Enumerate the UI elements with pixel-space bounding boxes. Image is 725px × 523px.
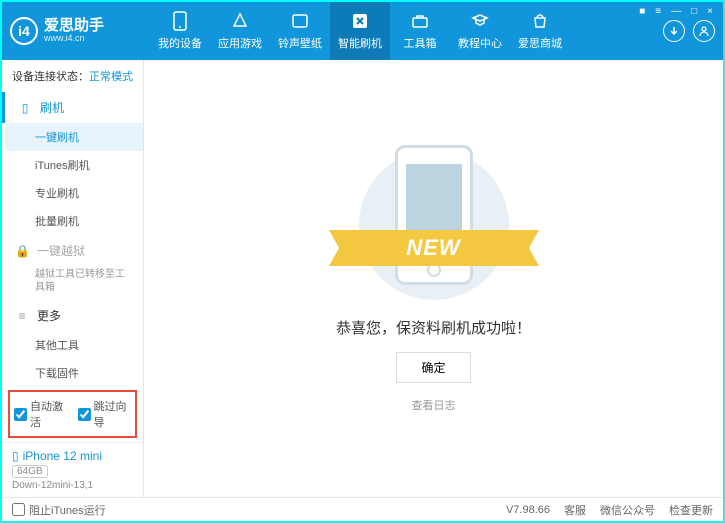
nav-flash[interactable]: 智能刷机	[330, 2, 390, 60]
new-ribbon: NEW	[339, 230, 529, 266]
lock-icon: 🔒	[15, 244, 29, 258]
store-icon	[530, 11, 550, 31]
device-info[interactable]: ▯ iPhone 12 mini 64GB Down-12mini-13,1	[2, 442, 143, 497]
sidebar-item-itunes[interactable]: iTunes刷机	[5, 151, 143, 179]
skip-guide-checkbox[interactable]: 跳过向导	[78, 398, 132, 430]
options-highlight: 自动激活 跳过向导	[8, 390, 137, 438]
auto-activate-checkbox[interactable]: 自动激活	[14, 398, 68, 430]
window-controls: ■ ≡ — □ ×	[637, 6, 715, 17]
app-window: ■ ≡ — □ × i4 爱思助手 www.i4.cn 我的设备 应用游戏 铃声	[0, 0, 725, 523]
device-name: ▯ iPhone 12 mini	[12, 449, 133, 463]
header-right	[663, 20, 715, 42]
nav-apps[interactable]: 应用游戏	[210, 2, 270, 60]
menu-jailbreak[interactable]: 🔒 一键越狱	[5, 235, 143, 266]
toolbox-icon	[410, 11, 430, 31]
device-icon	[170, 11, 190, 31]
sidebar-item-batch[interactable]: 批量刷机	[5, 207, 143, 235]
view-log-link[interactable]: 查看日志	[412, 397, 456, 413]
connection-status: 设备连接状态：正常模式	[2, 60, 143, 92]
sidebar: 设备连接状态：正常模式 ▯ 刷机 一键刷机 iTunes刷机 专业刷机 批量刷机…	[2, 60, 144, 497]
success-illustration: NEW	[359, 145, 509, 305]
menu-flash[interactable]: ▯ 刷机	[2, 92, 143, 123]
app-url: www.i4.cn	[44, 34, 104, 44]
nav-tutorial[interactable]: 教程中心	[450, 2, 510, 60]
skin-icon[interactable]: ■	[637, 6, 647, 17]
sidebar-item-other[interactable]: 其他工具	[5, 331, 143, 359]
wechat-link[interactable]: 微信公众号	[600, 502, 655, 518]
firmware-label: Down-12mini-13,1	[12, 480, 133, 491]
logo[interactable]: i4 爱思助手 www.i4.cn	[10, 17, 150, 45]
maximize-icon[interactable]: □	[689, 6, 699, 17]
sidebar-menu: ▯ 刷机 一键刷机 iTunes刷机 专业刷机 批量刷机 🔒 一键越狱 越狱工具…	[2, 92, 143, 386]
block-itunes-checkbox[interactable]: 阻止iTunes运行	[12, 502, 106, 518]
user-button[interactable]	[693, 20, 715, 42]
jailbreak-note: 越狱工具已转移至工具箱	[5, 266, 143, 300]
version-label: V7.98.66	[506, 504, 550, 516]
more-icon: ≡	[15, 309, 29, 323]
nav-devices[interactable]: 我的设备	[150, 2, 210, 60]
device-icon: ▯	[12, 449, 19, 463]
nav-toolbox[interactable]: 工具箱	[390, 2, 450, 60]
header: i4 爱思助手 www.i4.cn 我的设备 应用游戏 铃声壁纸 智能刷机	[2, 2, 723, 60]
apps-icon	[230, 11, 250, 31]
minimize-icon[interactable]: —	[669, 6, 683, 17]
nav-ringtones[interactable]: 铃声壁纸	[270, 2, 330, 60]
footer: 阻止iTunes运行 V7.98.66 客服 微信公众号 检查更新	[2, 497, 723, 521]
app-name: 爱思助手	[44, 18, 104, 35]
tutorial-icon	[470, 11, 490, 31]
menu-icon[interactable]: ≡	[653, 6, 663, 17]
flash-icon	[350, 11, 370, 31]
main-nav: 我的设备 应用游戏 铃声壁纸 智能刷机 工具箱 教程中心	[150, 2, 663, 60]
main-content: NEW 恭喜您，保资料刷机成功啦！ 确定 查看日志	[144, 60, 723, 497]
update-link[interactable]: 检查更新	[669, 502, 713, 518]
support-link[interactable]: 客服	[564, 502, 586, 518]
sidebar-item-download[interactable]: 下载固件	[5, 359, 143, 386]
logo-icon: i4	[10, 17, 38, 45]
sidebar-item-oneclick[interactable]: 一键刷机	[5, 123, 143, 151]
download-button[interactable]	[663, 20, 685, 42]
menu-more[interactable]: ≡ 更多	[5, 300, 143, 331]
ringtone-icon	[290, 11, 310, 31]
sidebar-item-pro[interactable]: 专业刷机	[5, 179, 143, 207]
phone-icon: ▯	[18, 101, 32, 115]
success-message: 恭喜您，保资料刷机成功啦！	[336, 317, 531, 338]
ok-button[interactable]: 确定	[396, 352, 470, 383]
body: 设备连接状态：正常模式 ▯ 刷机 一键刷机 iTunes刷机 专业刷机 批量刷机…	[2, 60, 723, 497]
close-icon[interactable]: ×	[705, 6, 715, 17]
storage-badge: 64GB	[12, 465, 48, 478]
nav-store[interactable]: 爱思商城	[510, 2, 570, 60]
